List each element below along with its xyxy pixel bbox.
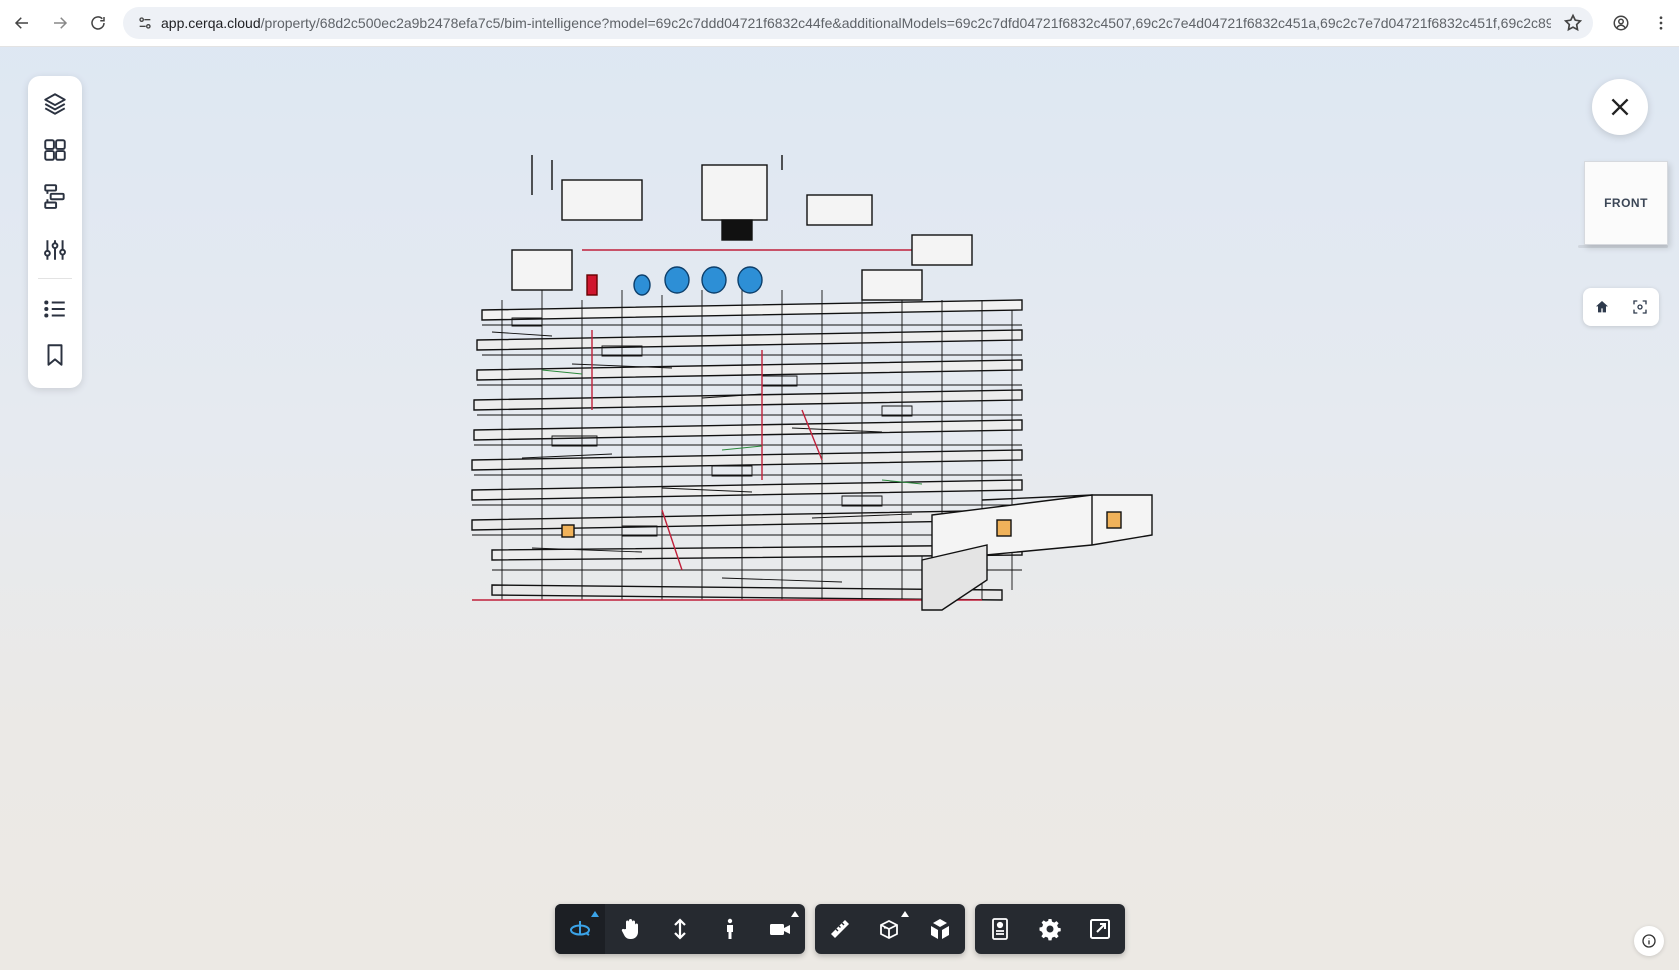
settings-gear-icon[interactable] (1025, 904, 1075, 954)
bim-model-viewport[interactable] (462, 150, 1162, 620)
url-path: /property/68d2c500ec2a9b2478efa7c5/bim-i… (260, 15, 1551, 31)
url-text[interactable]: app.cerqa.cloud/property/68d2c500ec2a9b2… (161, 15, 1551, 31)
sliders-icon[interactable] (35, 230, 75, 270)
back-icon[interactable] (4, 5, 40, 41)
pan-hand-icon[interactable] (605, 904, 655, 954)
view-controls (1583, 288, 1659, 326)
vertical-move-icon[interactable] (655, 904, 705, 954)
orbit-icon[interactable] (555, 904, 605, 954)
home-view-icon[interactable] (1588, 293, 1616, 321)
properties-panel-icon[interactable] (975, 904, 1025, 954)
url-host: app.cerqa.cloud (161, 15, 261, 31)
measure-ruler-icon[interactable] (815, 904, 865, 954)
camera-icon[interactable] (755, 904, 805, 954)
rail-divider (38, 278, 72, 279)
close-icon (1611, 98, 1629, 116)
fit-view-icon[interactable] (1626, 293, 1654, 321)
list-icon[interactable] (35, 289, 75, 329)
view-cube[interactable]: FRONT (1584, 161, 1668, 245)
toolbar-navigation-group (555, 904, 805, 954)
toolbar-modeling-group (815, 904, 965, 954)
view-cube-face-label: FRONT (1604, 196, 1648, 210)
fullscreen-icon[interactable] (1075, 904, 1125, 954)
view-cube-shadow (1578, 245, 1668, 248)
profile-icon[interactable] (1603, 5, 1639, 41)
walk-person-icon[interactable] (705, 904, 755, 954)
bookmark-icon[interactable] (35, 335, 75, 375)
layers-icon[interactable] (35, 84, 75, 124)
forward-icon[interactable] (42, 5, 78, 41)
hierarchy-icon[interactable] (35, 176, 75, 216)
toolbar-utility-group (975, 904, 1125, 954)
model-blue-tanks (633, 266, 763, 296)
close-viewer-button[interactable] (1592, 79, 1648, 135)
info-icon (1642, 934, 1656, 948)
left-tool-rail (28, 76, 82, 388)
model-red-equipment (586, 274, 598, 296)
browser-toolbar: app.cerqa.cloud/property/68d2c500ec2a9b2… (0, 0, 1679, 47)
bookmark-star-icon[interactable] (1563, 13, 1583, 33)
reload-icon[interactable] (80, 5, 116, 41)
info-button[interactable] (1634, 926, 1664, 956)
address-bar[interactable]: app.cerqa.cloud/property/68d2c500ec2a9b2… (123, 7, 1593, 39)
grid-icon[interactable] (35, 130, 75, 170)
explode-cube-icon[interactable] (915, 904, 965, 954)
browser-menu-icon[interactable] (1643, 5, 1679, 41)
section-box-icon[interactable] (865, 904, 915, 954)
site-settings-icon[interactable] (129, 7, 161, 39)
